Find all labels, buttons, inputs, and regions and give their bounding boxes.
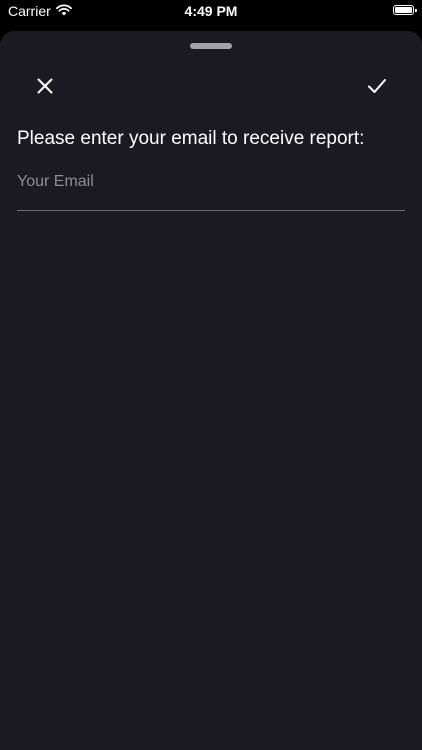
status-time: 4:49 PM (184, 3, 238, 19)
sheet-grabber[interactable] (190, 43, 232, 49)
email-prompt: Please enter your email to receive repor… (17, 128, 365, 149)
checkmark-icon (368, 79, 386, 93)
email-input[interactable] (17, 165, 405, 211)
close-button[interactable] (28, 69, 62, 103)
battery-icon (393, 5, 417, 15)
email-sheet: Please enter your email to receive repor… (0, 31, 422, 750)
confirm-button[interactable] (360, 69, 394, 103)
close-icon (37, 78, 53, 94)
status-bar: Carrier 4:49 PM (0, 0, 422, 26)
